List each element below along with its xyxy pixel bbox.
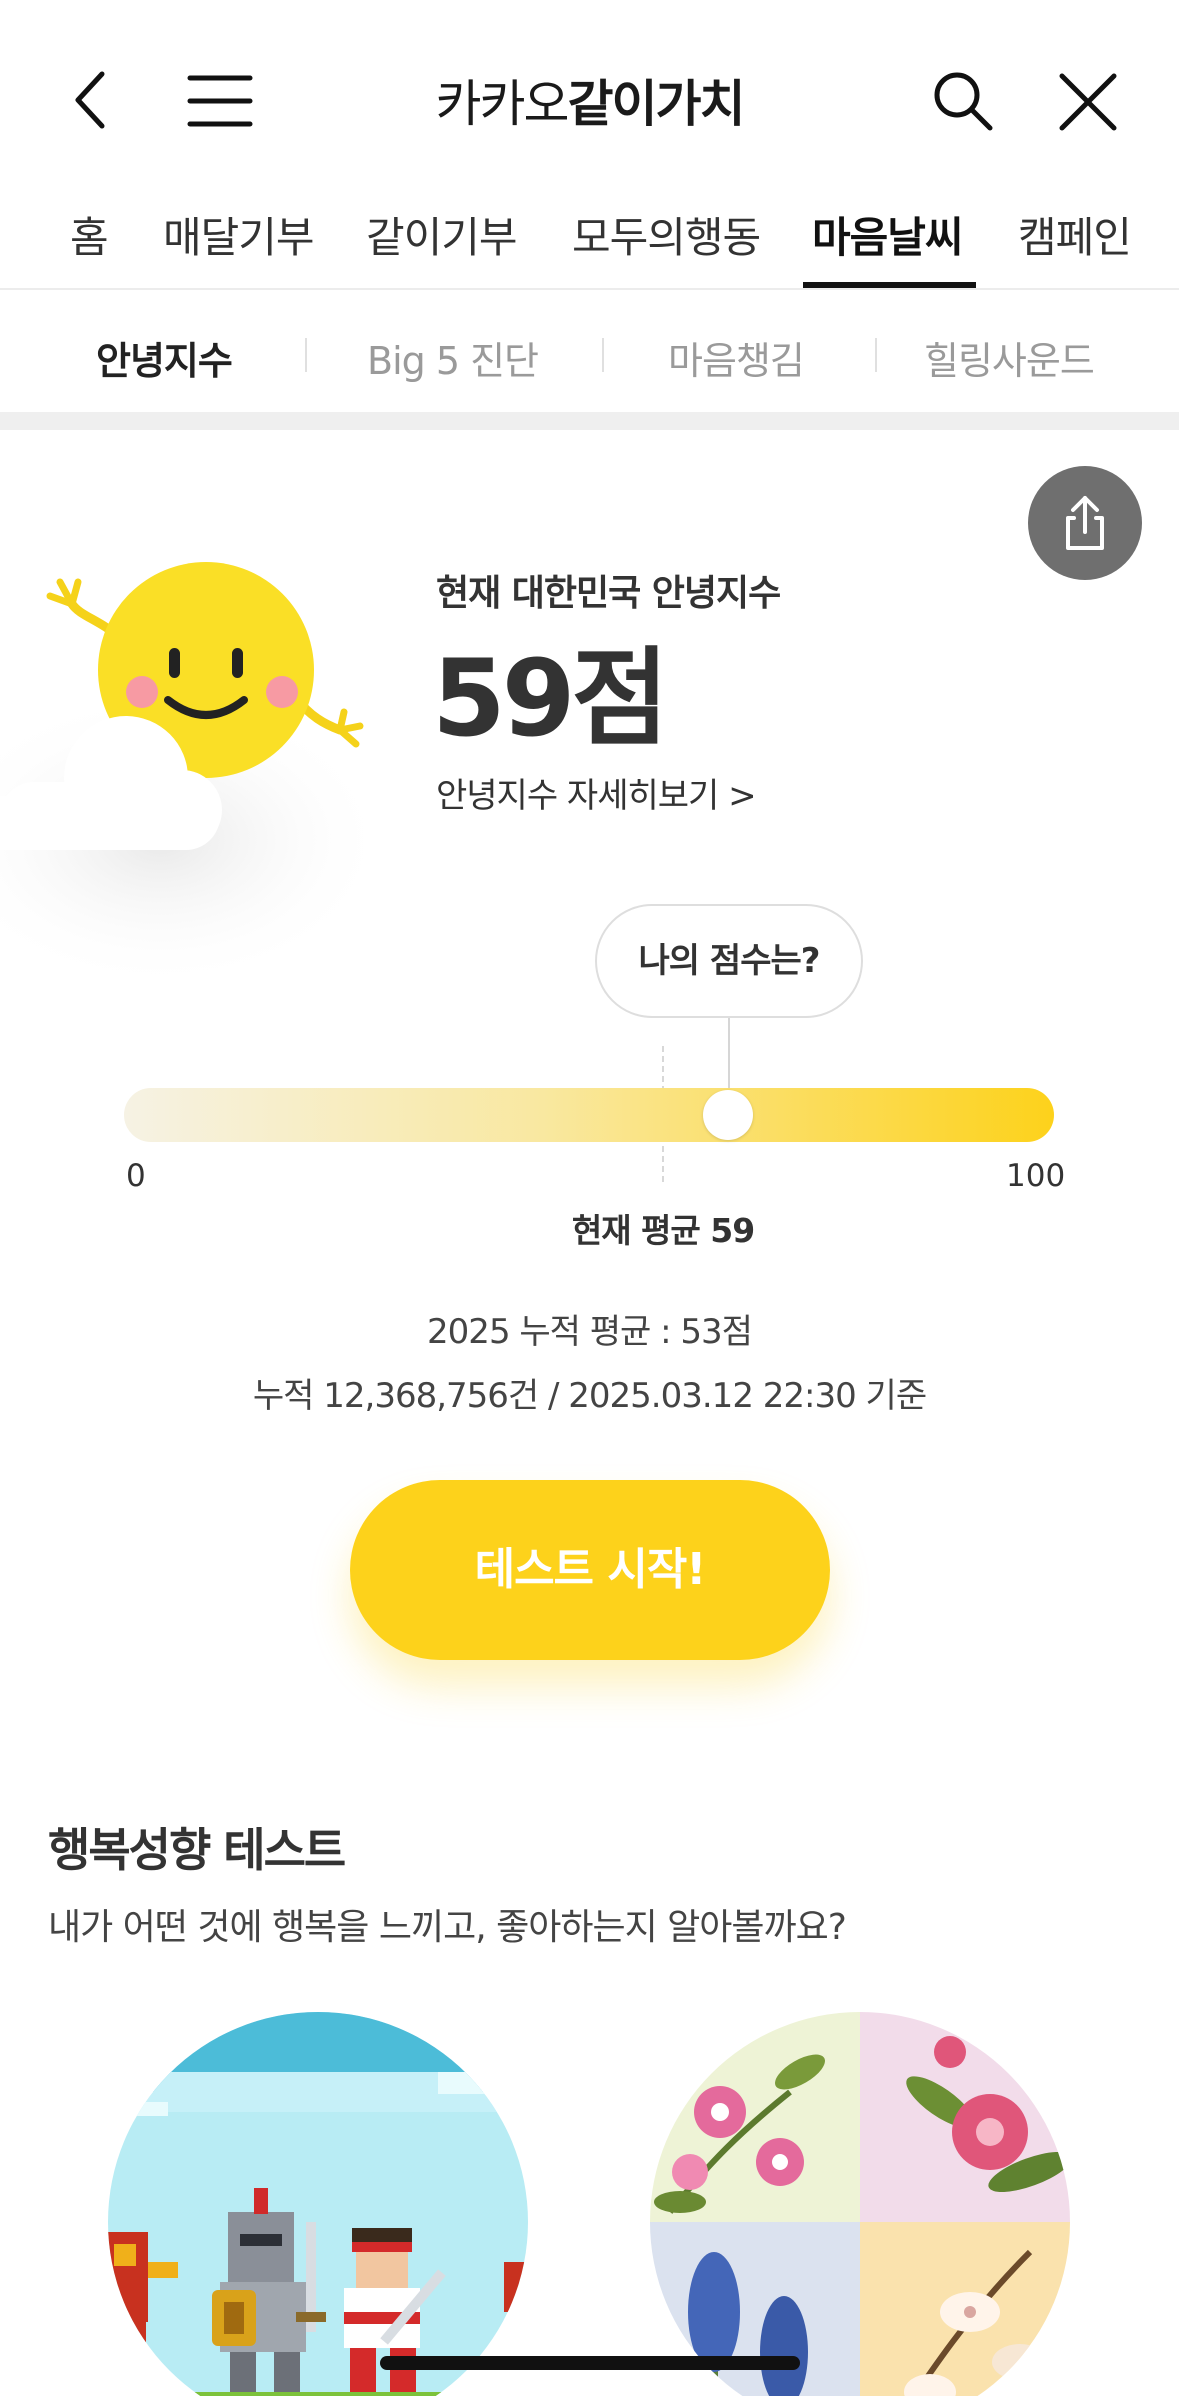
subtab-divider (602, 338, 604, 372)
app-title-light: 카카오 (435, 75, 570, 133)
score-gauge-bar (124, 1088, 1054, 1142)
pixel-characters-image (108, 2012, 528, 2396)
flower-test-card[interactable] (650, 2012, 1070, 2396)
score-value: 59점 (432, 637, 669, 760)
sub-tabs: 안녕지수 Big 5 진단 마음챙김 힐링사운드 (0, 292, 1179, 412)
share-button[interactable] (1028, 466, 1142, 580)
tab-mind-weather[interactable]: 마음날씨 (812, 204, 964, 265)
close-icon[interactable] (1052, 66, 1124, 138)
tab-everyones-action[interactable]: 모두의행동 (572, 204, 761, 265)
my-score-bubble[interactable]: 나의 점수는? (595, 904, 863, 1018)
cumulative-count: 누적 12,368,756건 / 2025.03.12 22:30 기준 (252, 1376, 927, 1416)
tab-together-donation[interactable]: 같이기부 (366, 204, 518, 265)
search-icon[interactable] (928, 66, 998, 136)
section-divider (0, 412, 1179, 430)
main-tabs: 홈 매달기부 같이기부 모두의행동 마음날씨 캠페인 (0, 190, 1179, 290)
share-icon (1066, 496, 1104, 550)
happiness-test-title: 행복성향 테스트 (48, 1823, 346, 1877)
tab-monthly-donation[interactable]: 매달기부 (163, 204, 315, 265)
score-detail-link[interactable]: 안녕지수 자세히보기 > (436, 768, 757, 817)
subtab-divider (875, 338, 877, 372)
score-label: 현재 대한민국 안녕지수 (436, 573, 781, 614)
app-bar: 카카오같이가치 (0, 0, 1179, 190)
subtab-divider (305, 338, 307, 372)
tab-campaign[interactable]: 캠페인 (1018, 204, 1132, 265)
tab-home[interactable]: 홈 (70, 204, 109, 265)
home-indicator[interactable] (380, 2356, 800, 2370)
start-test-button[interactable]: 테스트 시작! (350, 1480, 830, 1660)
my-score-knob[interactable] (703, 1090, 753, 1140)
subtab-big5[interactable]: Big 5 진단 (367, 330, 539, 385)
flowers-image (650, 2012, 1070, 2396)
active-tab-indicator (803, 282, 976, 288)
smiling-sun-illustration (0, 562, 390, 980)
pixel-game-test-card[interactable] (108, 2012, 528, 2396)
gauge-max-label: 100 (1006, 1158, 1066, 1194)
app-title-bold: 같이가치 (567, 75, 746, 133)
gauge-min-label: 0 (126, 1158, 146, 1194)
subtab-healing-sound[interactable]: 힐링사운드 (924, 330, 1095, 385)
subtab-mindfulness[interactable]: 마음챙김 (668, 330, 805, 385)
cumulative-average: 2025 누적 평균 : 53점 (427, 1312, 753, 1352)
happiness-test-desc: 내가 어떤 것에 행복을 느끼고, 좋아하는지 알아볼까요? (48, 1907, 847, 1948)
current-average-label: 현재 평균 59 (571, 1211, 755, 1250)
subtab-wellbeing-index[interactable]: 안녕지수 (96, 330, 233, 385)
app-title: 카카오같이가치 (0, 64, 1179, 136)
bubble-connector (728, 1018, 730, 1090)
